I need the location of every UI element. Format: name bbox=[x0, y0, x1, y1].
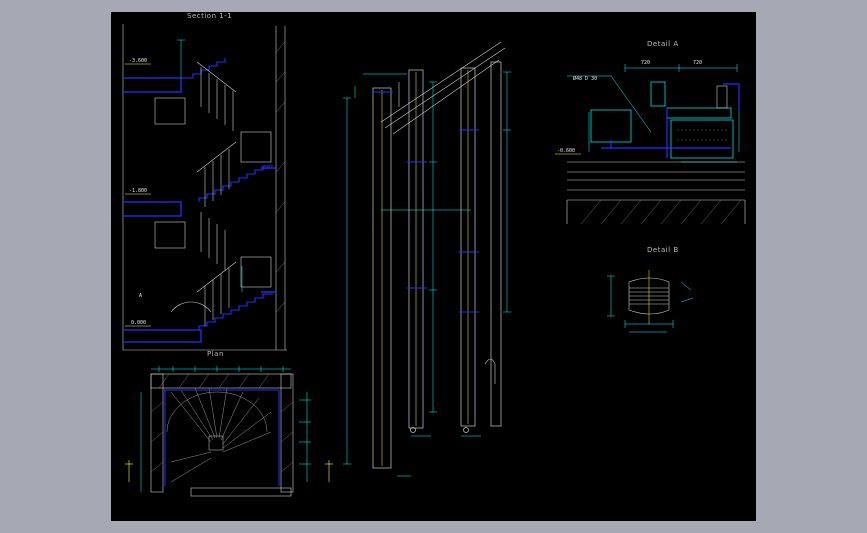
callout-a: A bbox=[139, 293, 142, 299]
plan-view: Plan bbox=[125, 350, 333, 497]
detail-a-dim-1: 720 bbox=[641, 60, 650, 66]
detail-a-title: Detail A bbox=[647, 40, 679, 48]
cad-drawing: Section 1-1 -3.600 -1.800 0.000 A Plan D… bbox=[122, 12, 746, 497]
level-top: -3.600 bbox=[129, 58, 147, 64]
detail-a-dim-2: 720 bbox=[693, 60, 702, 66]
section-title: Section 1-1 bbox=[187, 12, 232, 20]
detail-a: Detail A bbox=[555, 40, 746, 225]
detail-a-level: -0.600 bbox=[557, 148, 575, 154]
detail-b-title: Detail B bbox=[647, 246, 679, 254]
level-bottom: 0.000 bbox=[131, 320, 146, 326]
detail-b: Detail B bbox=[607, 246, 694, 333]
baluster-elevation bbox=[343, 41, 511, 477]
plan-title: Plan bbox=[207, 350, 224, 358]
detail-a-note: Ø48 D 30 bbox=[573, 75, 597, 82]
drawing-sheet: Section 1-1 -3.600 -1.800 0.000 A Plan D… bbox=[111, 12, 756, 521]
level-markers bbox=[125, 63, 151, 327]
level-mid: -1.800 bbox=[129, 188, 147, 194]
section-1-1: Section 1-1 bbox=[122, 12, 287, 351]
